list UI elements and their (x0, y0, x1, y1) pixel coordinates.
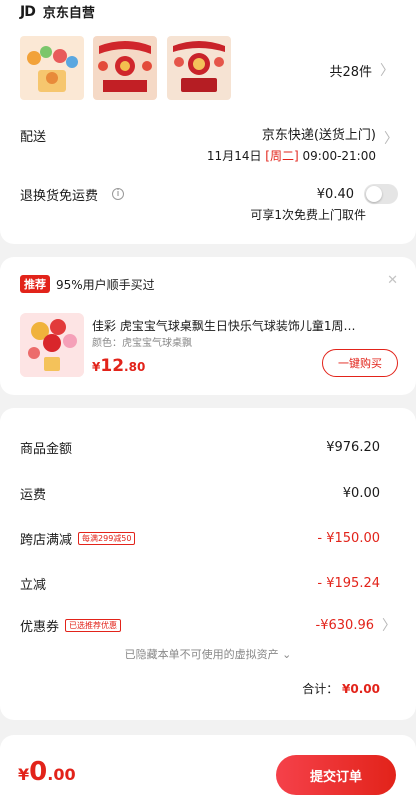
return-insurance-desc: 可享1次免费上门取件 (250, 208, 366, 222)
total-int: 0 (29, 757, 48, 787)
cross-store-row: 跨店满减 每满299减50 - ¥150.00 (20, 529, 380, 548)
product-thumbnail[interactable] (20, 36, 84, 100)
delivery-weekday: [周二] (265, 149, 299, 163)
product-thumbnail[interactable] (167, 36, 231, 100)
instant-discount-value: - ¥195.24 (317, 576, 380, 591)
store-name: 京东自营 (42, 6, 95, 21)
shipping-label: 运费 (20, 488, 47, 503)
product-count-label: 共28件 (329, 64, 372, 80)
recommend-spec: 颜色：虎宝宝气球桌飘 (92, 338, 192, 349)
coupon-value: -¥630.96 (315, 617, 374, 633)
chevron-right-icon: 〉 (384, 131, 398, 147)
return-insurance-label: 退换货免运费 (20, 188, 99, 204)
price-dec: .80 (124, 360, 146, 374)
order-card: JD 京东自营 共28件 〉 配送 京东快递(送货上门) 11月14日 [周二]… (0, 0, 416, 244)
price-summary-card: 商品金额 ¥976.20 运费 ¥0.00 跨店满减 每满299减50 - ¥1… (0, 408, 416, 720)
checkout-bar: ¥ 0 .00 提交订单 (0, 735, 416, 800)
store-header: JD 京东自营 (20, 2, 95, 22)
instant-discount-label: 立减 (20, 578, 47, 593)
chevron-right-icon: 〉 (382, 618, 396, 634)
subtotal-label: 合计： (302, 682, 339, 696)
return-insurance-price: ¥0.40 (316, 186, 354, 202)
delivery-date: 11月14日 (206, 149, 262, 163)
cross-store-badge: 每满299减50 (78, 532, 136, 545)
recommend-title[interactable]: 佳彩 虎宝宝气球桌飘生日快乐气球装饰儿童1周… (92, 317, 396, 334)
delivery-carrier: 京东快递(送货上门) (261, 128, 376, 143)
total-dec: .00 (47, 765, 76, 784)
cross-store-value: - ¥150.00 (317, 531, 380, 546)
recommend-product-image[interactable] (20, 313, 84, 377)
price-symbol: ¥ (92, 360, 101, 374)
shipping-row: 运费 ¥0.00 (20, 484, 380, 503)
recommend-tag: 推荐 (20, 275, 50, 293)
recommend-price: ¥ 12 .80 (92, 356, 145, 376)
price-int: 12 (100, 356, 125, 376)
instant-discount-row: 立减 - ¥195.24 (20, 574, 380, 593)
order-total: ¥ 0 .00 (18, 757, 76, 787)
coupon-label: 优惠券 (20, 619, 60, 635)
total-symbol: ¥ (18, 765, 30, 784)
return-insurance-toggle[interactable] (364, 184, 398, 204)
info-icon[interactable]: i (112, 188, 125, 200)
submit-order-button[interactable]: 提交订单 (276, 755, 396, 795)
recommend-headline: 95%用户顺手买过 (56, 277, 155, 292)
coupon-badge: 已选推荐优惠 (65, 618, 122, 632)
goods-amount-value: ¥976.20 (326, 440, 380, 455)
goods-amount-label: 商品金额 (20, 442, 73, 457)
chevron-down-icon: ⌄ (282, 648, 292, 661)
chevron-right-icon: 〉 (380, 63, 394, 79)
product-thumbnail[interactable] (93, 36, 157, 100)
delivery-label: 配送 (20, 130, 47, 145)
subtotal-value: ¥0.00 (342, 682, 380, 696)
delivery-time: 09:00-21:00 (302, 149, 377, 163)
cross-store-label: 跨店满减 (20, 533, 73, 548)
coupon-row[interactable]: 优惠券 已选推荐优惠 -¥630.96 〉 (20, 615, 396, 635)
hidden-assets-text: 已隐藏本单不可使用的虚拟资产 (124, 648, 279, 661)
hidden-assets-note[interactable]: 已隐藏本单不可使用的虚拟资产 ⌄ (0, 646, 416, 662)
one-click-buy-button[interactable]: 一键购买 (322, 349, 398, 377)
goods-amount-row: 商品金额 ¥976.20 (20, 438, 380, 457)
recommendation-card: 推荐 95%用户顺手买过 ✕ 佳彩 虎宝宝气球桌飘生日快乐气球装饰儿童1周… 颜… (0, 257, 416, 395)
product-count[interactable]: 共28件 〉 (329, 60, 394, 80)
shipping-value: ¥0.00 (342, 486, 380, 501)
delivery-row[interactable]: 配送 京东快递(送货上门) 11月14日 [周二] 09:00-21:00 〉 (20, 126, 398, 166)
close-icon[interactable]: ✕ (387, 273, 398, 288)
return-insurance-row: 退换货免运费 i ¥0.40 (20, 184, 398, 204)
subtotal: 合计： ¥0.00 (302, 680, 380, 697)
jd-logo: JD (20, 3, 36, 20)
